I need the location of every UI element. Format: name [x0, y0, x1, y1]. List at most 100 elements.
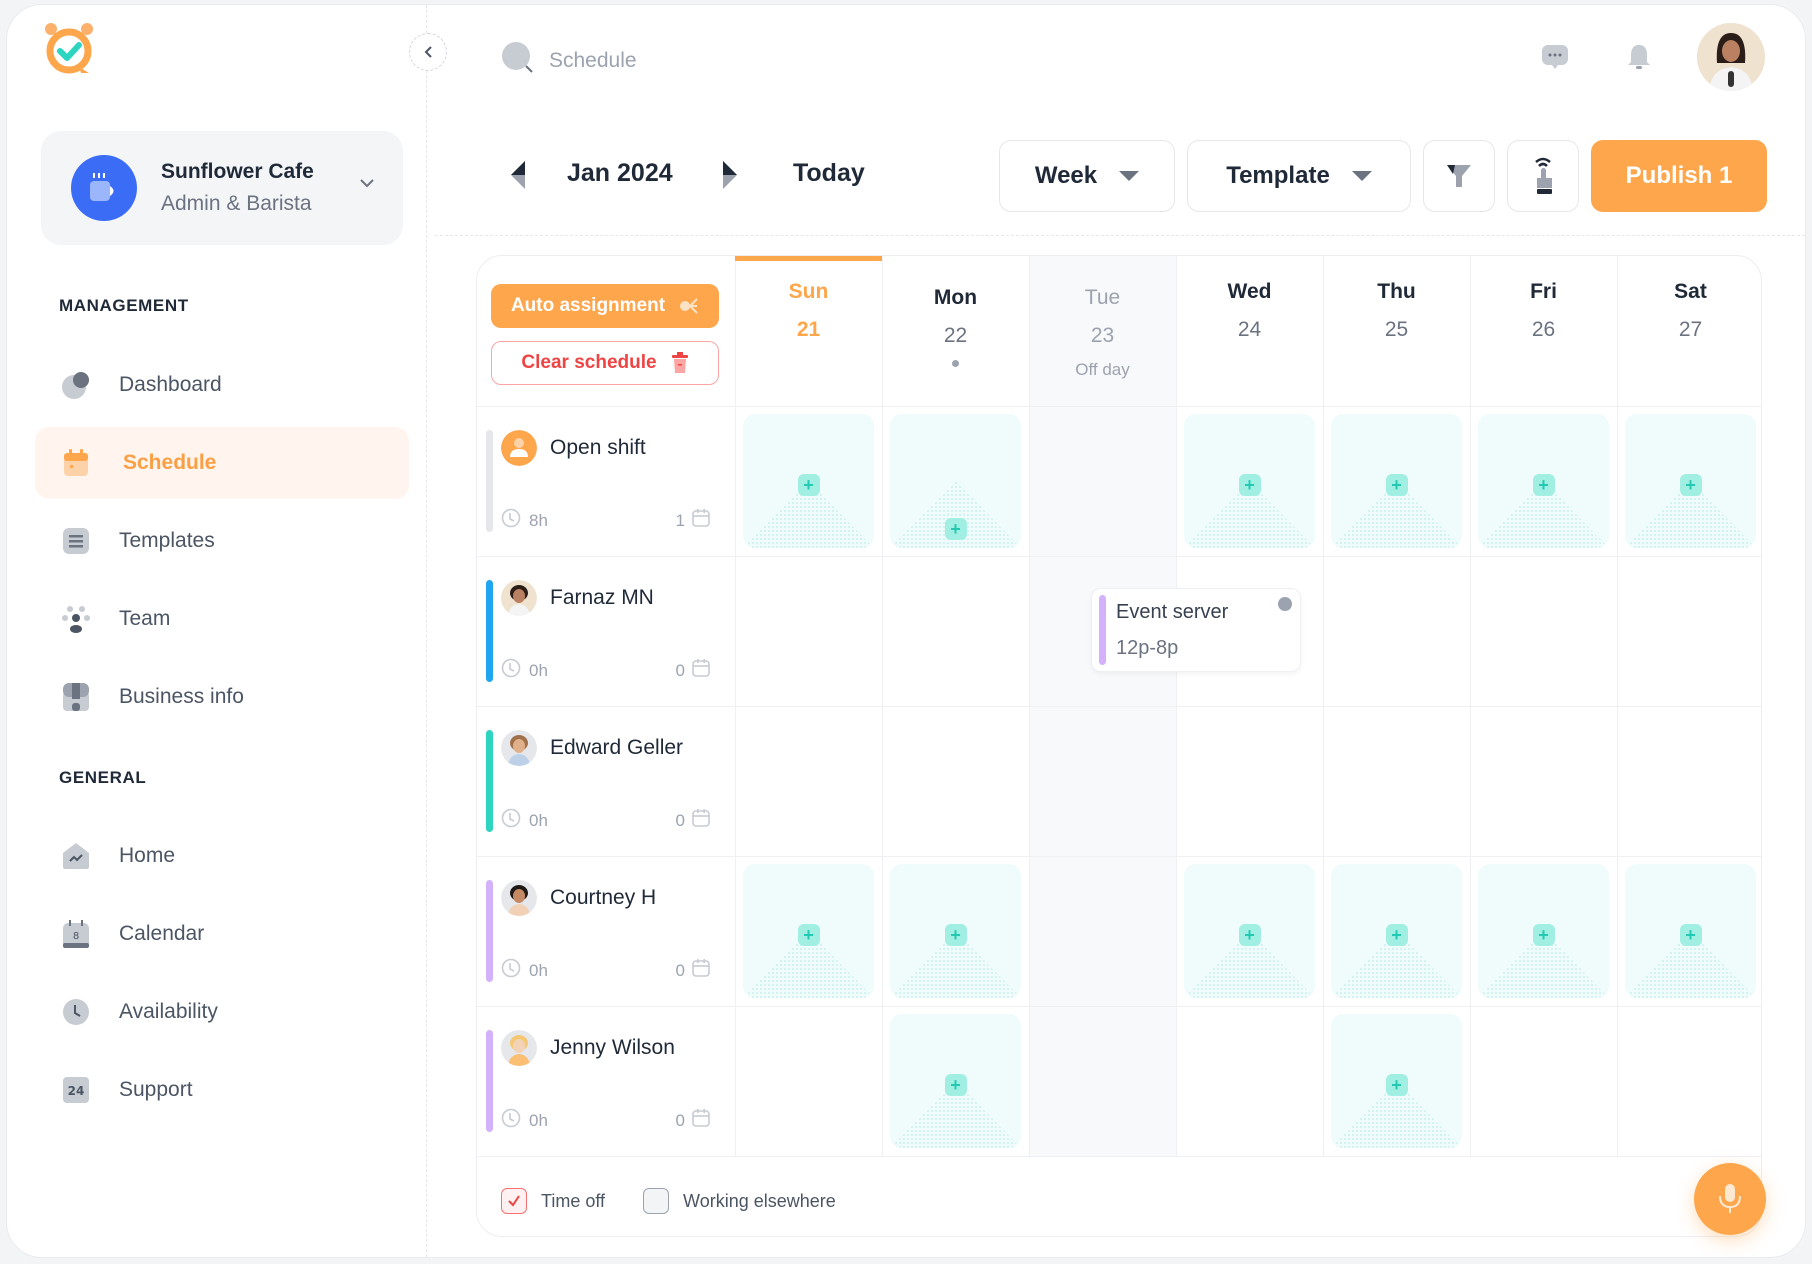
sidebar-item-business-info[interactable]: Business info	[35, 661, 409, 733]
sidebar-item-home[interactable]: Home	[35, 820, 409, 892]
add-shift-slot[interactable]: +	[890, 414, 1021, 548]
auto-assign-icon	[680, 298, 698, 314]
shift-status-dot	[1278, 597, 1292, 611]
add-shift-slot[interactable]: +	[1184, 864, 1315, 998]
employee-avatar	[501, 580, 537, 616]
search-input[interactable]	[549, 48, 849, 73]
tap-action-button[interactable]	[1507, 140, 1579, 212]
employee-row-header[interactable]: Open shift 8h 1	[477, 406, 735, 556]
shift-title: Event server	[1116, 601, 1229, 623]
day-number: 24	[1237, 318, 1262, 341]
day-name: Wed	[1227, 280, 1272, 303]
organization-switcher[interactable]: Sunflower Cafe Admin & Barista	[41, 131, 403, 245]
employee-shift-count: 0	[676, 808, 711, 833]
sidebar-item-team[interactable]: Team	[35, 583, 409, 655]
shift-card[interactable]: Event server 12p-8p	[1091, 588, 1301, 672]
employee-color-bar	[486, 1030, 493, 1132]
calendar-date-icon: 8	[61, 919, 91, 949]
add-shift-slot[interactable]: +	[1331, 1014, 1462, 1148]
employee-shift-count: 1	[676, 508, 711, 533]
collapse-sidebar-button[interactable]	[409, 33, 447, 71]
voice-assistant-button[interactable]	[1694, 1163, 1766, 1235]
chevron-left-icon	[424, 46, 432, 58]
add-shift-slot[interactable]: +	[743, 414, 874, 548]
calendar-icon	[691, 958, 711, 983]
clock-icon	[501, 508, 521, 533]
caret-down-icon	[1351, 171, 1372, 181]
search-bar[interactable]	[501, 41, 849, 80]
add-shift-slot[interactable]: +	[1478, 414, 1609, 548]
notifications-bell-icon[interactable]	[1619, 37, 1659, 77]
day-name: Fri	[1530, 280, 1557, 303]
add-shift-slot[interactable]: +	[1478, 864, 1609, 998]
sidebar-item-calendar[interactable]: 8 Calendar	[35, 898, 409, 970]
employee-color-bar	[486, 430, 493, 532]
clock-icon	[501, 658, 521, 683]
day-name: Tue	[1084, 286, 1121, 309]
pie-chart-icon	[61, 370, 91, 400]
shift-count-value: 0	[675, 960, 685, 980]
sidebar-item-dashboard[interactable]: Dashboard	[35, 349, 409, 421]
add-shift-slot[interactable]: +	[1184, 414, 1315, 548]
sidebar-item-schedule[interactable]: Schedule	[35, 427, 409, 499]
employee-hours: 0h	[501, 808, 548, 833]
today-button[interactable]: Today	[793, 159, 865, 188]
today-indicator-bar	[735, 256, 882, 261]
app-logo[interactable]	[41, 21, 99, 79]
add-shift-slot[interactable]: +	[1331, 414, 1462, 548]
employee-color-bar	[486, 580, 493, 682]
view-select[interactable]: Week	[999, 140, 1175, 212]
auto-assignment-button[interactable]: Auto assignment	[491, 284, 719, 328]
day-number: 21	[796, 318, 821, 341]
sidebar-item-support[interactable]: 24 Support	[35, 1054, 409, 1126]
employee-row-header[interactable]: Farnaz MN 0h 0	[477, 556, 735, 706]
day-indicator-dot	[952, 360, 959, 367]
shift-count-value: 1	[675, 510, 685, 530]
day-name: Sun	[788, 280, 829, 303]
day-header-sat[interactable]: Sat 27	[1617, 256, 1761, 406]
sidebar-item-templates[interactable]: Templates	[35, 505, 409, 577]
schedule-grid: Auto assignment Clear schedule Sun 21 Mo…	[476, 255, 1762, 1237]
day-header-mon[interactable]: Mon 22	[882, 256, 1029, 406]
employee-shift-count: 0	[676, 1108, 711, 1133]
clear-schedule-button[interactable]: Clear schedule	[491, 341, 719, 385]
day-header-sun[interactable]: Sun 21	[735, 256, 882, 406]
filter-button[interactable]	[1423, 140, 1495, 212]
previous-period-button[interactable]	[507, 157, 531, 193]
chevron-down-icon	[359, 175, 375, 193]
add-shift-slot[interactable]: +	[890, 1014, 1021, 1148]
plus-icon: +	[1238, 474, 1261, 496]
day-header-thu[interactable]: Thu 25	[1323, 256, 1470, 406]
employee-row-header[interactable]: Jenny Wilson 0h 0	[477, 1006, 735, 1156]
add-shift-slot[interactable]: +	[1625, 414, 1756, 548]
day-header-fri[interactable]: Fri 26	[1470, 256, 1617, 406]
employee-shift-count: 0	[676, 658, 711, 683]
employee-row-header[interactable]: Courtney H 0h 0	[477, 856, 735, 1006]
calendar-icon	[691, 1108, 711, 1133]
day-header-tue[interactable]: Tue 23 Off day	[1029, 256, 1176, 406]
calendar-icon	[691, 658, 711, 683]
add-shift-slot[interactable]: +	[1625, 864, 1756, 998]
coffee-cup-icon	[71, 155, 137, 221]
next-period-button[interactable]	[717, 157, 741, 193]
template-select[interactable]: Template	[1187, 140, 1411, 212]
add-shift-slot[interactable]: +	[743, 864, 874, 998]
employee-avatar	[501, 880, 537, 916]
team-icon	[61, 604, 91, 634]
publish-button[interactable]: Publish 1	[1591, 140, 1767, 212]
sidebar-item-label: Home	[119, 844, 176, 867]
user-avatar[interactable]	[1697, 23, 1765, 91]
clock-icon	[61, 997, 91, 1027]
section-title-management: MANAGEMENT	[59, 296, 189, 315]
shift-count-value: 0	[675, 1110, 685, 1130]
add-shift-slot[interactable]: +	[890, 864, 1021, 998]
sidebar-item-availability[interactable]: Availability	[35, 976, 409, 1048]
view-select-value: Week	[1034, 162, 1098, 189]
employee-name: Courtney H	[550, 886, 657, 909]
day-header-wed[interactable]: Wed 24	[1176, 256, 1323, 406]
employee-row-header[interactable]: Edward Geller 0h 0	[477, 706, 735, 856]
messages-icon[interactable]	[1535, 37, 1575, 77]
search-icon	[501, 41, 535, 80]
add-shift-slot[interactable]: +	[1331, 864, 1462, 998]
plus-icon: +	[944, 518, 967, 540]
